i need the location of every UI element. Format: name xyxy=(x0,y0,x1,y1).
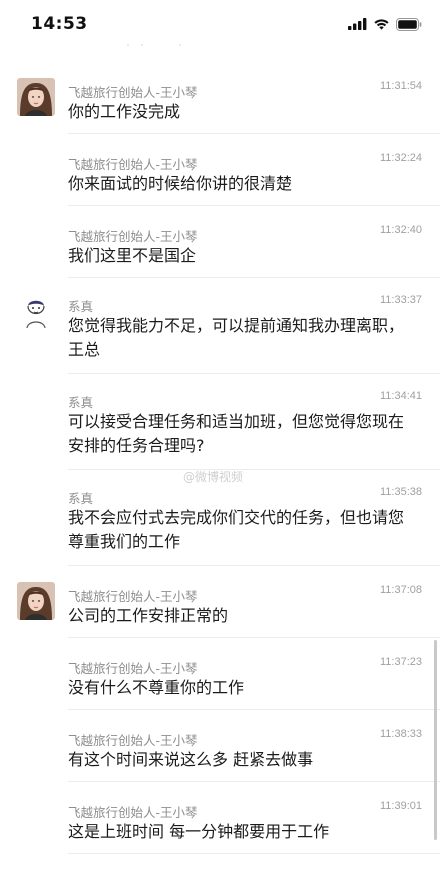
message-text: 公司的工作安排正常的 xyxy=(68,606,229,625)
message-text: 有这个时间来说这么多 赶紧去做事 xyxy=(68,750,314,769)
status-icons xyxy=(348,17,422,31)
sender-name: 飞越旅行创始人-王小琴 xyxy=(68,589,198,604)
wifi-icon xyxy=(373,18,390,30)
message-text: 你的工作没完成 xyxy=(68,102,181,121)
message-time: 11:33:37 xyxy=(379,294,422,306)
sender-name: 系真 xyxy=(68,395,94,410)
message-item[interactable]: 飞越旅行创始人-王小琴 11:31:54 你的工作没完成 xyxy=(0,62,440,134)
message-time: 11:34:41 xyxy=(379,390,422,402)
faded-header-dots xyxy=(127,44,181,46)
message-time: 11:38:33 xyxy=(379,728,422,740)
message-time: 11:32:40 xyxy=(379,224,422,236)
message-item[interactable]: 飞越旅行创始人-王小琴 11:32:24 你来面试的时候给你讲的很清楚 xyxy=(0,134,440,206)
sender-name: 系真 xyxy=(68,299,94,314)
sender-name: 飞越旅行创始人-王小琴 xyxy=(68,85,198,100)
message-item[interactable]: 飞越旅行创始人-王小琴 11:37:08 公司的工作安排正常的 xyxy=(0,566,440,638)
watermark: @微博视频 xyxy=(183,470,244,484)
message-time: 11:37:08 xyxy=(379,584,422,596)
message-text: 没有什么不尊重你的工作 xyxy=(68,678,245,697)
message-text: 我不会应付式去完成你们交代的任务，但也请您尊重我们的工作 xyxy=(68,508,405,551)
message-time: 11:37:23 xyxy=(379,656,422,668)
message-item[interactable]: 系真 11:34:41 可以接受合理任务和适当加班，但您觉得您现在安排的任务合理… xyxy=(0,374,440,470)
message-text: 您觉得我能力不足，可以提前通知我办理离职，王总 xyxy=(68,316,405,359)
message-item[interactable]: 飞越旅行创始人-王小琴 11:37:23 没有什么不尊重你的工作 xyxy=(0,638,440,710)
message-item[interactable]: 飞越旅行创始人-王小琴 11:32:40 我们这里不是国企 xyxy=(0,206,440,278)
message-time: 11:39:01 xyxy=(379,800,422,812)
battery-icon xyxy=(396,17,422,31)
message-item[interactable]: 飞越旅行创始人-王小琴 11:38:33 有这个时间来说这么多 赶紧去做事 xyxy=(0,710,440,782)
chat-message-list[interactable]: 飞越旅行创始人-王小琴 11:31:54 你的工作没完成 飞越旅行创始人-王小琴… xyxy=(0,62,440,854)
woman-avatar[interactable] xyxy=(17,582,55,620)
message-time: 11:35:38 xyxy=(379,486,422,498)
message-text: 你来面试的时候给你讲的很清楚 xyxy=(68,174,293,193)
sender-name: 系真 xyxy=(68,491,94,506)
message-time: 11:32:24 xyxy=(379,152,422,164)
sender-name: 飞越旅行创始人-王小琴 xyxy=(68,733,198,748)
status-time: 14:53 xyxy=(31,14,88,34)
sender-name: 飞越旅行创始人-王小琴 xyxy=(68,229,198,244)
signal-icon xyxy=(348,18,367,30)
message-time: 11:31:54 xyxy=(379,80,422,92)
message-item[interactable]: 系真 11:33:37 您觉得我能力不足，可以提前通知我办理离职，王总 xyxy=(0,278,440,374)
message-text: 可以接受合理任务和适当加班，但您觉得您现在安排的任务合理吗? xyxy=(68,412,405,455)
message-divider xyxy=(68,853,440,854)
cartoon-avatar[interactable] xyxy=(17,292,55,330)
message-item[interactable]: 飞越旅行创始人-王小琴 11:39:01 这是上班时间 每一分钟都要用于工作 xyxy=(0,782,440,854)
message-text: 这是上班时间 每一分钟都要用于工作 xyxy=(68,822,330,841)
sender-name: 飞越旅行创始人-王小琴 xyxy=(68,661,198,676)
message-text: 我们这里不是国企 xyxy=(68,246,197,265)
scrollbar[interactable] xyxy=(434,640,437,840)
sender-name: 飞越旅行创始人-王小琴 xyxy=(68,157,198,172)
sender-name: 飞越旅行创始人-王小琴 xyxy=(68,805,198,820)
woman-avatar[interactable] xyxy=(17,78,55,116)
